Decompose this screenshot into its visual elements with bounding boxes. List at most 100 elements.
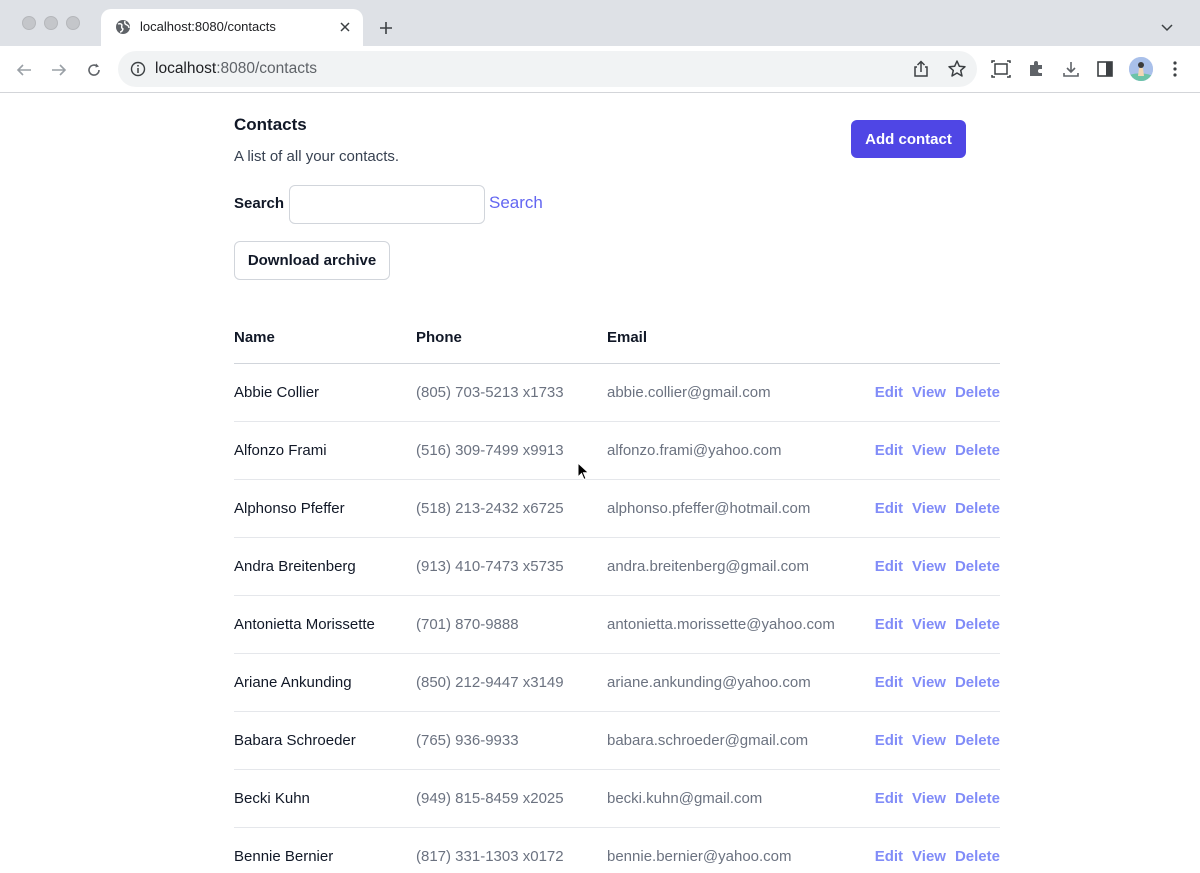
delete-link[interactable]: Delete	[955, 384, 1000, 401]
delete-link[interactable]: Delete	[955, 500, 1000, 517]
new-tab-plus-icon[interactable]	[375, 17, 397, 39]
contact-email: abbie.collier@gmail.com	[607, 384, 771, 401]
download-icon[interactable]	[1060, 58, 1082, 80]
delete-link[interactable]: Delete	[955, 442, 1000, 459]
forward-arrow-icon[interactable]	[46, 57, 72, 83]
extensions-puzzle-icon[interactable]	[1025, 58, 1047, 80]
contact-name: Alphonso Pfeffer	[234, 500, 345, 517]
edit-link[interactable]: Edit	[875, 848, 903, 865]
chevron-down-icon[interactable]	[1156, 17, 1178, 39]
view-link[interactable]: View	[912, 674, 946, 691]
page-subtitle: A list of all your contacts.	[234, 148, 400, 165]
row-actions: Edit View Delete	[875, 500, 1000, 517]
delete-link[interactable]: Delete	[955, 732, 1000, 749]
row-actions: Edit View Delete	[875, 790, 1000, 807]
delete-link[interactable]: Delete	[955, 558, 1000, 575]
kebab-menu-icon[interactable]	[1164, 58, 1186, 80]
delete-link[interactable]: Delete	[955, 848, 1000, 865]
side-panel-icon[interactable]	[1094, 58, 1116, 80]
contact-email: alfonzo.frami@yahoo.com	[607, 442, 782, 459]
contact-phone: (817) 331-1303 x0172	[416, 848, 564, 865]
table-row: Ariane Ankunding (850) 212-9447 x3149 aria…	[234, 654, 1000, 712]
address-bar[interactable]: localhost:8080/contacts	[118, 51, 977, 87]
contact-phone: (805) 703-5213 x1733	[416, 384, 564, 401]
edit-link[interactable]: Edit	[875, 616, 903, 633]
contact-name: Alfonzo Frami	[234, 442, 327, 459]
contact-email: becki.kuhn@gmail.com	[607, 790, 763, 807]
view-link[interactable]: View	[912, 442, 946, 459]
window-close-dot[interactable]	[22, 16, 36, 30]
view-link[interactable]: View	[912, 616, 946, 633]
contact-email: antonietta.morissette@yahoo.com	[607, 616, 835, 633]
row-actions: Edit View Delete	[875, 616, 1000, 633]
table-header: Name Phone Email	[234, 317, 1000, 364]
download-archive-button[interactable]: Download archive	[234, 241, 390, 280]
contact-phone: (701) 870-9888	[416, 616, 519, 633]
share-icon[interactable]	[911, 59, 931, 79]
table-row: Andra Breitenberg (913) 410-7473 x5735 and…	[234, 538, 1000, 596]
mouse-cursor-icon	[577, 462, 590, 481]
contact-phone: (518) 213-2432 x6725	[416, 500, 564, 517]
edit-link[interactable]: Edit	[875, 558, 903, 575]
contact-phone: (516) 309-7499 x9913	[416, 442, 564, 459]
table-row: Alphonso Pfeffer (518) 213-2432 x6725 alph…	[234, 480, 1000, 538]
contact-name: Babara Schroeder	[234, 732, 356, 749]
row-actions: Edit View Delete	[875, 442, 1000, 459]
edit-link[interactable]: Edit	[875, 790, 903, 807]
contact-email: andra.breitenberg@gmail.com	[607, 558, 809, 575]
globe-icon	[116, 20, 130, 34]
view-link[interactable]: View	[912, 732, 946, 749]
browser-tab-bar: localhost:8080/contacts	[0, 0, 1200, 46]
contact-name: Antonietta Morissette	[234, 616, 375, 633]
window-minimize-dot[interactable]	[44, 16, 58, 30]
edit-link[interactable]: Edit	[875, 500, 903, 517]
contact-phone: (949) 815-8459 x2025	[416, 790, 564, 807]
contact-email: babara.schroeder@gmail.com	[607, 732, 809, 749]
tab-title: localhost:8080/contacts	[140, 19, 276, 34]
search-label: Search	[234, 195, 285, 212]
edit-link[interactable]: Edit	[875, 674, 903, 691]
edit-link[interactable]: Edit	[875, 732, 903, 749]
search-button[interactable]: Search	[489, 193, 543, 213]
view-link[interactable]: View	[912, 500, 946, 517]
profile-avatar[interactable]	[1129, 57, 1153, 81]
row-actions: Edit View Delete	[875, 384, 1000, 401]
table-row: Babara Schroeder (765) 936-9933 babara.sch…	[234, 712, 1000, 770]
contact-name: Becki Kuhn	[234, 790, 310, 807]
delete-link[interactable]: Delete	[955, 790, 1000, 807]
row-actions: Edit View Delete	[875, 848, 1000, 865]
table-row: Abbie Collier (805) 703-5213 x1733 abbie.c…	[234, 364, 1000, 422]
info-icon[interactable]	[130, 61, 146, 77]
view-link[interactable]: View	[912, 790, 946, 807]
back-arrow-icon[interactable]	[11, 57, 37, 83]
url-host: localhost	[155, 60, 217, 77]
bookmark-star-icon[interactable]	[947, 59, 967, 79]
view-link[interactable]: View	[912, 384, 946, 401]
table-row: Becki Kuhn (949) 815-8459 x2025 becki.kuhn…	[234, 770, 1000, 828]
add-contact-button[interactable]: Add contact	[851, 120, 966, 158]
close-icon[interactable]	[335, 17, 355, 37]
column-header-phone: Phone	[416, 329, 462, 346]
column-header-name: Name	[234, 329, 275, 346]
contact-name: Andra Breitenberg	[234, 558, 356, 575]
page-title: Contacts	[234, 115, 307, 134]
reload-icon[interactable]	[81, 57, 107, 83]
contact-email: alphonso.pfeffer@hotmail.com	[607, 500, 811, 517]
address-url[interactable]: localhost:8080/contacts	[155, 60, 317, 78]
row-actions: Edit View Delete	[875, 558, 1000, 575]
view-link[interactable]: View	[912, 848, 946, 865]
browser-tab-active[interactable]: localhost:8080/contacts	[101, 9, 363, 46]
edit-link[interactable]: Edit	[875, 442, 903, 459]
screen-capture-icon[interactable]	[990, 58, 1012, 80]
contact-name: Abbie Collier	[234, 384, 320, 401]
contacts-table: Name Phone Email Abbie Collier (805) 703-…	[234, 317, 1000, 873]
column-header-email: Email	[607, 329, 648, 346]
contact-email: bennie.bernier@yahoo.com	[607, 848, 792, 865]
view-link[interactable]: View	[912, 558, 946, 575]
delete-link[interactable]: Delete	[955, 616, 1000, 633]
row-actions: Edit View Delete	[875, 674, 1000, 691]
edit-link[interactable]: Edit	[875, 384, 903, 401]
delete-link[interactable]: Delete	[955, 674, 1000, 691]
search-input[interactable]	[289, 185, 485, 224]
window-zoom-dot[interactable]	[66, 16, 80, 30]
